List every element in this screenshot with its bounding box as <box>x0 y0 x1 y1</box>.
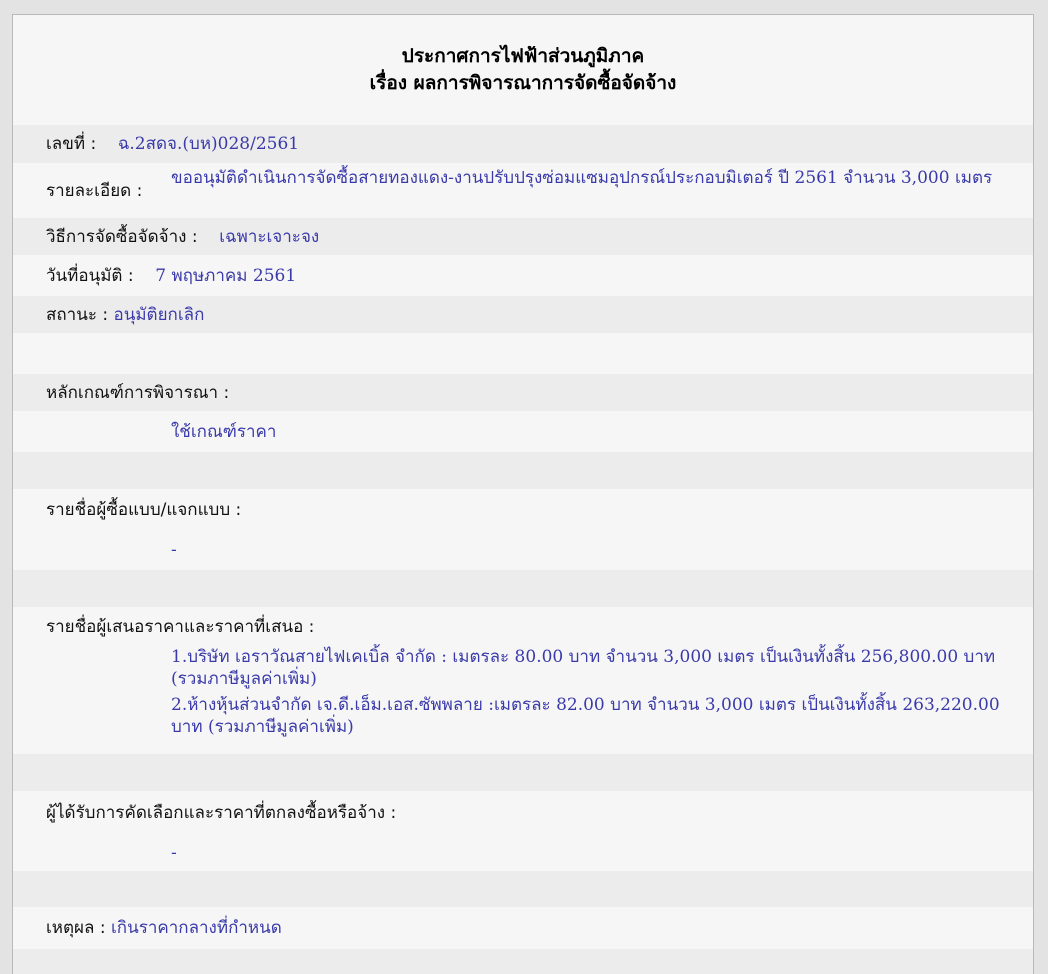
winner-value: - <box>171 842 177 863</box>
spacer-row <box>13 333 1033 374</box>
spacer-row <box>13 949 1033 974</box>
number-label: เลขที่ : <box>46 134 97 154</box>
status-row: สถานะ : อนุมัติยกเลิก <box>13 296 1033 333</box>
detail-value: ขออนุมัติดำเนินการจัดซื้อสายทองแดง-งานปร… <box>171 168 993 188</box>
method-value: เฉพาะเจาะจง <box>219 226 320 247</box>
winner-label-row: ผู้ได้รับการคัดเลือกและราคาที่ตกลงซื้อหร… <box>13 791 1033 834</box>
spacer-row <box>13 754 1033 791</box>
winner-value-row: - <box>13 834 1033 871</box>
status-value: อนุมัติยกเลิก <box>113 304 205 325</box>
buyers-value: - <box>171 540 177 560</box>
approval-date-value: 7 พฤษภาคม 2561 <box>155 265 297 286</box>
bidder-item-2: 2.ห้างหุ้นส่วนจำกัด เจ.ดี.เอ็ม.เอส.ซัพพล… <box>171 695 1000 737</box>
criteria-value: ใช้เกณฑ์ราคา <box>171 421 277 442</box>
spacer-row <box>13 452 1033 489</box>
bidder-item-1: 1.บริษัท เอราวัณสายไฟเคเบิ้ล จำกัด : เมต… <box>171 647 996 689</box>
announcement-panel: ประกาศการไฟฟ้าส่วนภูมิภาค เรื่อง ผลการพิ… <box>12 14 1034 974</box>
detail-row: รายละเอียด : ขออนุมัติดำเนินการจัดซื้อสา… <box>13 163 1033 218</box>
spacer-row <box>13 570 1033 607</box>
buyers-label: รายชื่อผู้ซื้อแบบ/แจกแบบ : <box>46 499 242 520</box>
number-row: เลขที่ : ฉ.2สดจ.(บห)028/2561 <box>13 125 1033 163</box>
announcement-header: ประกาศการไฟฟ้าส่วนภูมิภาค เรื่อง ผลการพิ… <box>13 15 1033 125</box>
bidders-list-row: 1.บริษัท เอราวัณสายไฟเคเบิ้ล จำกัด : เมต… <box>13 646 1033 754</box>
spacer-row <box>13 871 1033 907</box>
method-label: วิธีการจัดซื้อจัดจ้าง : <box>46 226 198 247</box>
winner-label: ผู้ได้รับการคัดเลือกและราคาที่ตกลงซื้อหร… <box>46 802 397 823</box>
detail-label: รายละเอียด : <box>46 180 143 201</box>
reason-row: เหตุผล : เกินราคากลางที่กำหนด <box>13 907 1033 949</box>
approval-date-label: วันที่อนุมัติ : <box>46 265 134 286</box>
bidders-list: 1.บริษัท เอราวัณสายไฟเคเบิ้ล จำกัด : เมต… <box>171 646 1013 738</box>
title-line-1: ประกาศการไฟฟ้าส่วนภูมิภาค <box>401 45 645 67</box>
criteria-value-row: ใช้เกณฑ์ราคา <box>13 411 1033 452</box>
buyers-label-row: รายชื่อผู้ซื้อแบบ/แจกแบบ : <box>13 489 1033 530</box>
title-line-2: เรื่อง ผลการพิจารณาการจัดซื้อจัดจ้าง <box>369 72 677 94</box>
bidders-label-row: รายชื่อผู้เสนอราคาและราคาที่เสนอ : <box>13 607 1033 646</box>
buyers-value-row: - <box>13 530 1033 570</box>
approval-date-row: วันที่อนุมัติ : 7 พฤษภาคม 2561 <box>13 255 1033 296</box>
reason-value: เกินราคากลางที่กำหนด <box>110 918 282 938</box>
reason-label: เหตุผล : <box>46 918 106 938</box>
criteria-label: หลักเกณฑ์การพิจารณา : <box>46 382 230 403</box>
bidders-label: รายชื่อผู้เสนอราคาและราคาที่เสนอ : <box>46 616 315 637</box>
status-label: สถานะ : <box>46 304 109 325</box>
method-row: วิธีการจัดซื้อจัดจ้าง : เฉพาะเจาะจง <box>13 218 1033 255</box>
number-value: ฉ.2สดจ.(บห)028/2561 <box>117 134 300 154</box>
criteria-label-row: หลักเกณฑ์การพิจารณา : <box>13 374 1033 411</box>
